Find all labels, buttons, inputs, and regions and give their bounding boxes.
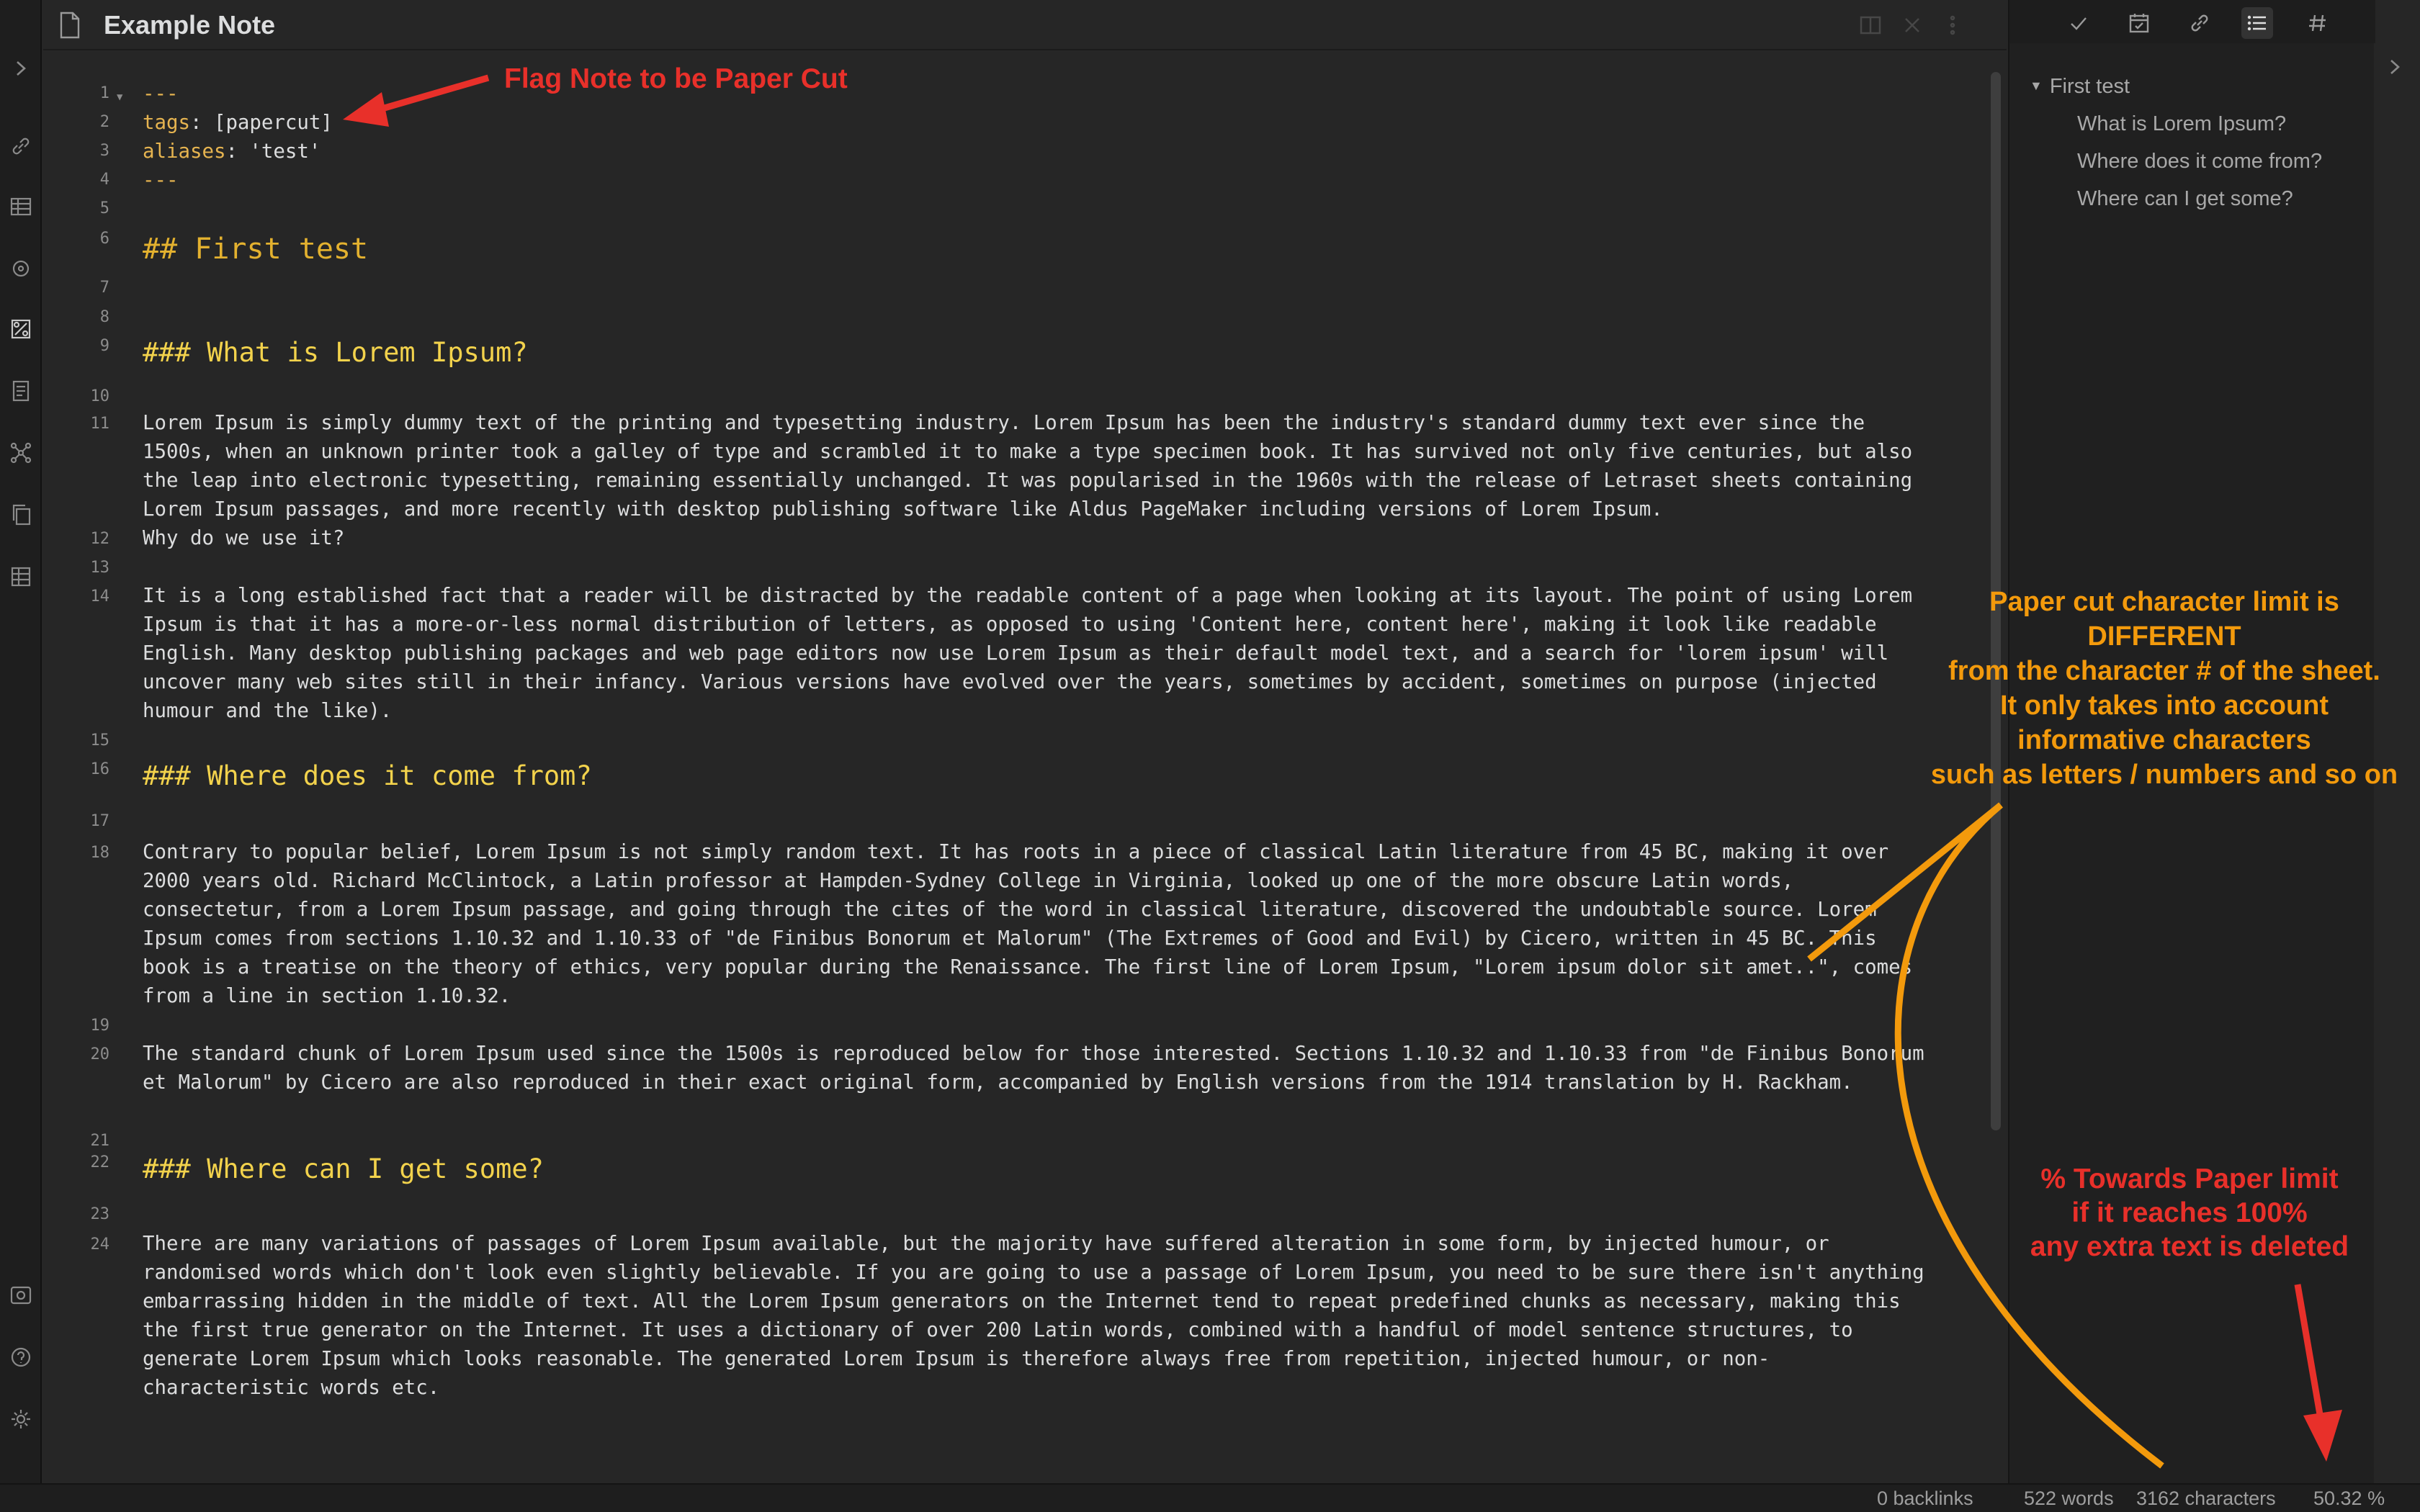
line-number: 14 bbox=[90, 588, 110, 606]
annotation-flag-note: Flag Note to be Paper Cut bbox=[504, 63, 848, 94]
check-icon[interactable] bbox=[2063, 7, 2094, 39]
note-header: Example Note bbox=[43, 0, 2007, 50]
frontmatter-key: tags bbox=[143, 112, 190, 134]
line-number: 15 bbox=[90, 732, 110, 750]
frontmatter-value: 'test' bbox=[249, 140, 321, 163]
frontmatter-delimiter: --- bbox=[143, 169, 179, 192]
word-count: 522 words bbox=[2024, 1488, 2114, 1509]
graph-icon[interactable] bbox=[9, 441, 33, 465]
reading-mode-icon[interactable] bbox=[1858, 13, 1883, 37]
close-icon[interactable] bbox=[1900, 13, 1924, 37]
heading-3: ### Where does it come from? bbox=[143, 760, 592, 791]
annotation-character-limit: Paper cut character limit is DIFFERENT f… bbox=[1930, 587, 2398, 790]
line-number: 9 bbox=[99, 337, 109, 355]
database-icon[interactable] bbox=[9, 564, 33, 589]
link-icon[interactable] bbox=[9, 134, 33, 158]
outline-item[interactable]: Where can I get some? bbox=[2077, 187, 2293, 211]
line-number: 24 bbox=[90, 1236, 110, 1254]
paragraph: It is a long established fact that a rea… bbox=[143, 585, 1924, 722]
paper-cut-percent: 50.32 % bbox=[2313, 1488, 2385, 1509]
line-number: 17 bbox=[90, 812, 110, 830]
tag-icon[interactable] bbox=[2302, 7, 2334, 39]
settings-icon[interactable] bbox=[9, 1407, 33, 1431]
outline-item[interactable]: What is Lorem Ipsum? bbox=[2077, 112, 2286, 136]
heading-3: ### Where can I get some? bbox=[143, 1153, 544, 1184]
paper-cut-icon[interactable] bbox=[9, 317, 33, 341]
table-icon[interactable] bbox=[9, 194, 33, 219]
line-number: 18 bbox=[90, 844, 110, 862]
left-ribbon bbox=[0, 0, 42, 1512]
help-icon[interactable] bbox=[9, 1345, 33, 1369]
collapse-triangle-icon[interactable]: ▼ bbox=[2030, 78, 2043, 94]
line-number: 13 bbox=[90, 559, 110, 577]
line-number: 7 bbox=[99, 279, 109, 297]
more-options-icon[interactable] bbox=[1940, 13, 1965, 37]
line-number: 6 bbox=[99, 230, 109, 248]
status-bar: 0 backlinks 522 words 3162 characters 50… bbox=[0, 1483, 2420, 1512]
editor[interactable]: 1 ▼ --- 2 tags: [papercut] 3 aliases: 't… bbox=[43, 52, 2007, 1483]
backlinks-count[interactable]: 0 backlinks bbox=[1877, 1488, 1973, 1510]
vault-icon[interactable] bbox=[9, 1283, 33, 1308]
line-number: 21 bbox=[90, 1132, 110, 1150]
frontmatter-tags: tags: [papercut] bbox=[143, 112, 333, 134]
line-number: 19 bbox=[90, 1017, 110, 1035]
heading-2: ## First test bbox=[143, 233, 369, 266]
calendar-icon[interactable] bbox=[2123, 7, 2155, 39]
line-number: 20 bbox=[90, 1045, 110, 1063]
line-number: 22 bbox=[90, 1153, 110, 1171]
frontmatter-aliases: aliases: 'test' bbox=[143, 140, 321, 163]
link-icon[interactable] bbox=[2184, 7, 2215, 39]
paragraph: There are many variations of passages of… bbox=[143, 1233, 1937, 1399]
paragraph: Why do we use it? bbox=[143, 527, 345, 549]
line-number: 16 bbox=[90, 760, 110, 778]
paragraph: Lorem Ipsum is simply dummy text of the … bbox=[143, 412, 1924, 521]
line-number: 2 bbox=[99, 113, 109, 131]
paragraph: The standard chunk of Lorem Ipsum used s… bbox=[143, 1043, 1937, 1094]
line-number: 11 bbox=[90, 415, 110, 433]
template-icon[interactable] bbox=[9, 379, 33, 403]
frontmatter-value: [papercut] bbox=[213, 112, 333, 134]
note-title: Example Note bbox=[104, 10, 276, 40]
frontmatter-key: aliases bbox=[143, 140, 226, 163]
outline-item[interactable]: Where does it come from? bbox=[2077, 150, 2322, 174]
graph-local-icon[interactable] bbox=[9, 256, 33, 281]
expand-sidebar-icon[interactable] bbox=[10, 58, 35, 82]
line-number: 5 bbox=[99, 199, 109, 217]
line-number: 1 bbox=[99, 84, 109, 102]
paragraph: Contrary to popular belief, Lorem Ipsum … bbox=[143, 841, 1924, 1007]
annotation-percent-limit: % Towards Paper limit if it reaches 100%… bbox=[2030, 1164, 2349, 1262]
line-number: 23 bbox=[90, 1205, 110, 1223]
right-sidebar-tabs bbox=[2009, 0, 2375, 43]
copy-icon[interactable] bbox=[9, 503, 33, 527]
line-number: 3 bbox=[99, 142, 109, 160]
outline-icon[interactable] bbox=[2241, 7, 2273, 39]
line-number: 8 bbox=[99, 308, 109, 326]
fold-arrow-icon[interactable]: ▼ bbox=[117, 91, 122, 103]
file-icon bbox=[59, 12, 81, 39]
character-count: 3162 characters bbox=[2136, 1488, 2276, 1509]
line-number: 4 bbox=[99, 171, 109, 189]
line-number: 12 bbox=[90, 530, 110, 548]
outline-item-first-test[interactable]: ▼ First test bbox=[2030, 75, 2130, 99]
frontmatter-delimiter: --- bbox=[143, 83, 179, 105]
line-number: 10 bbox=[90, 387, 110, 405]
collapse-right-sidebar-icon[interactable] bbox=[2384, 56, 2408, 81]
heading-3: ### What is Lorem Ipsum? bbox=[143, 337, 528, 368]
